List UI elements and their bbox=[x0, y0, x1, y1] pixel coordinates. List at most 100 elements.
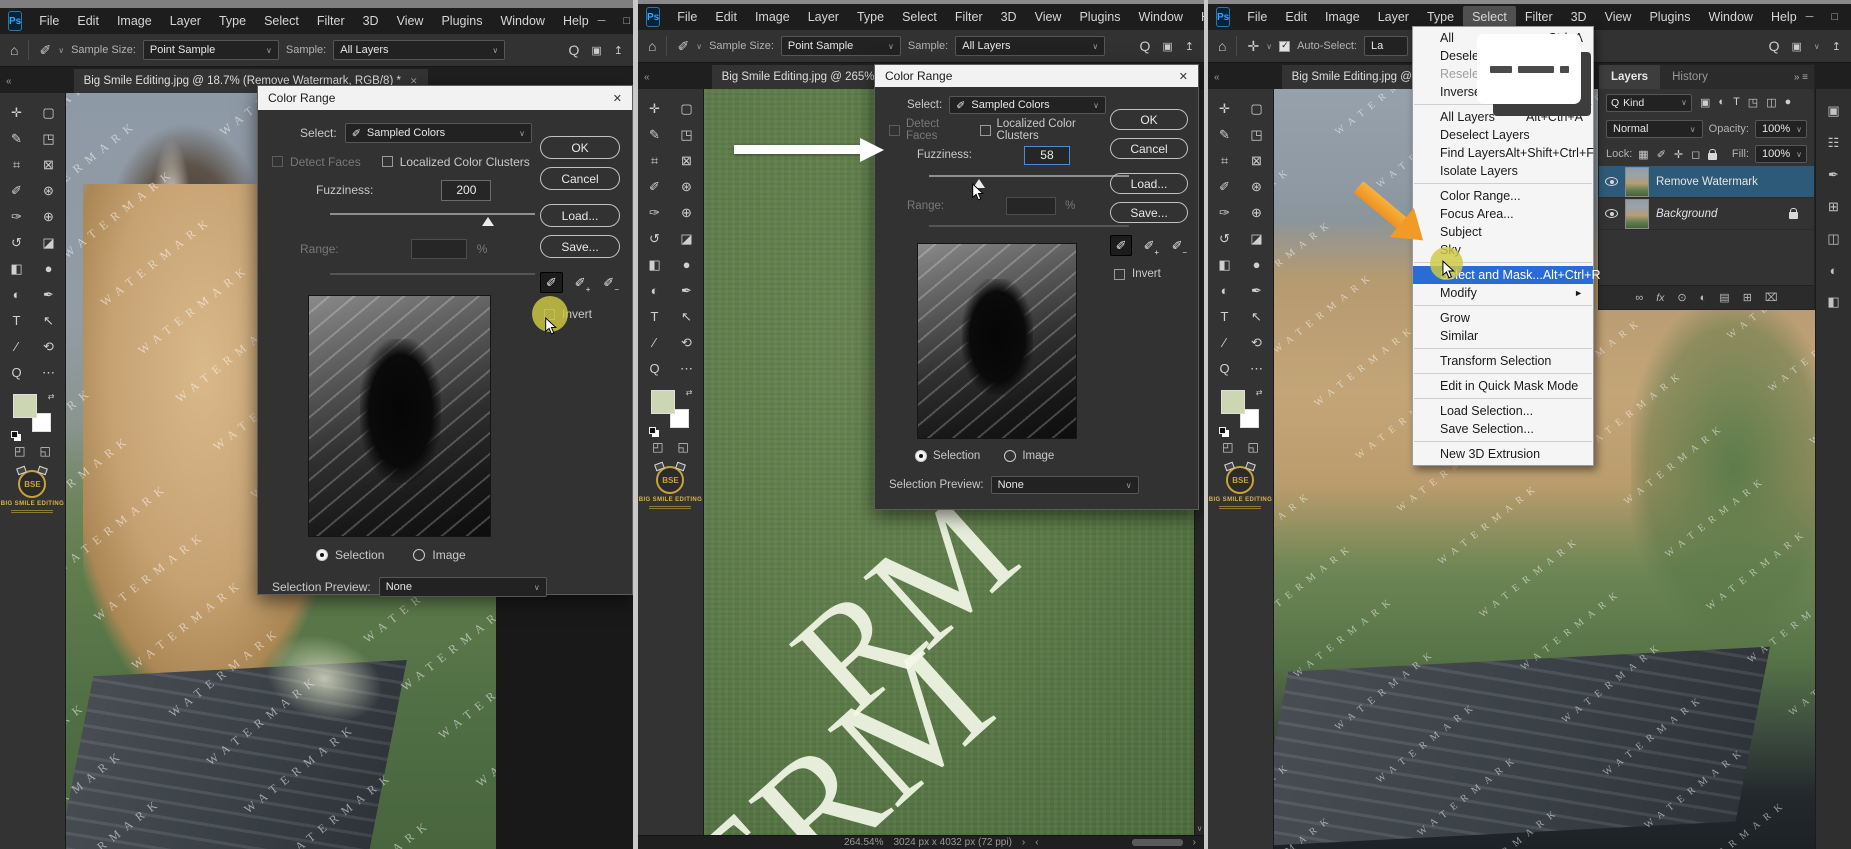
fuzziness-field[interactable]: 58 bbox=[1023, 145, 1070, 165]
eraser-tool-icon[interactable]: ◪ bbox=[675, 227, 699, 250]
save-button[interactable]: Save... bbox=[540, 235, 620, 258]
healing-brush-tool-icon[interactable]: ⊛ bbox=[675, 175, 699, 198]
healing-brush-tool-icon[interactable]: ⊛ bbox=[37, 179, 61, 202]
object-selection-tool-icon[interactable]: ◳ bbox=[37, 127, 61, 150]
search-icon[interactable]: Q bbox=[568, 42, 579, 58]
color-swatches[interactable]: ⇄ bbox=[648, 388, 693, 434]
zoom-level[interactable]: 264.54% bbox=[844, 837, 883, 848]
menu-layer[interactable]: Layer bbox=[1369, 6, 1418, 28]
blend-mode-select[interactable]: Normal ∨ bbox=[1606, 120, 1703, 138]
sample-eyedropper-icon[interactable]: ✐ bbox=[540, 272, 563, 293]
layer-thumbnail[interactable] bbox=[1625, 198, 1649, 229]
scrollbar-thumb[interactable] bbox=[1131, 839, 1183, 846]
blur-tool-icon[interactable]: ● bbox=[37, 257, 61, 280]
minimize-button[interactable]: ─ bbox=[1806, 11, 1814, 23]
menu-item-save-selection[interactable]: Save Selection... bbox=[1413, 420, 1593, 438]
type-tool-icon[interactable]: T bbox=[1213, 305, 1237, 328]
layer-effects-icon[interactable]: fx bbox=[1656, 292, 1664, 304]
menu-plugins[interactable]: Plugins bbox=[1640, 6, 1699, 28]
menu-help[interactable]: Help bbox=[1192, 6, 1204, 28]
dialog-close-icon[interactable]: ✕ bbox=[613, 92, 622, 105]
tab-history[interactable]: History bbox=[1660, 65, 1720, 89]
eraser-tool-icon[interactable]: ◪ bbox=[37, 231, 61, 254]
lock-position-icon[interactable]: ✛ bbox=[1674, 148, 1683, 161]
image-radio[interactable] bbox=[1004, 450, 1017, 462]
auto-select-checkbox[interactable] bbox=[1279, 40, 1291, 52]
horizontal-scrollbar[interactable] bbox=[1049, 839, 1183, 847]
crop-tool-icon[interactable]: ⌗ bbox=[1213, 149, 1237, 172]
grid-panel-icon[interactable]: ⊞ bbox=[1828, 199, 1839, 215]
zoom-tool-icon[interactable]: Q bbox=[5, 361, 29, 384]
zoom-tool-icon[interactable]: Q bbox=[643, 357, 667, 380]
menu-plugins[interactable]: Plugins bbox=[432, 10, 491, 32]
subtract-sample-eyedropper-icon[interactable]: ✐ − bbox=[1166, 235, 1188, 258]
search-icon[interactable]: Q bbox=[1139, 38, 1150, 54]
menu-3d[interactable]: 3D bbox=[992, 6, 1026, 28]
collapse-panels-icon[interactable]: « bbox=[0, 76, 20, 93]
maximize-button[interactable]: □ bbox=[1831, 11, 1838, 23]
select-dropdown[interactable]: ✐ Sampled Colors ∨ bbox=[344, 123, 532, 143]
menu-item-color-range[interactable]: Color Range... bbox=[1413, 187, 1593, 205]
menu-select[interactable]: Select bbox=[1463, 6, 1516, 28]
filter-type-layers-icon[interactable]: T bbox=[1733, 96, 1740, 109]
frame-tool-icon[interactable]: ⊠ bbox=[675, 149, 699, 172]
menu-filter[interactable]: Filter bbox=[1516, 6, 1562, 28]
pen-tool-icon[interactable]: ✒ bbox=[1245, 279, 1269, 302]
menu-help[interactable]: Help bbox=[554, 10, 598, 32]
menu-window[interactable]: Window bbox=[1699, 6, 1761, 28]
lock-paint-icon[interactable]: ✐ bbox=[1657, 148, 1666, 161]
selection-radio[interactable] bbox=[316, 548, 328, 561]
blur-tool-icon[interactable]: ● bbox=[1245, 253, 1269, 276]
foreground-color-swatch[interactable] bbox=[650, 390, 675, 414]
ok-button[interactable]: OK bbox=[540, 136, 620, 159]
menu-window[interactable]: Window bbox=[1129, 6, 1191, 28]
color-swatches[interactable]: ⇄ bbox=[1218, 388, 1263, 434]
auto-select-target-select[interactable]: La bbox=[1363, 36, 1408, 56]
layers-panel-icon[interactable]: ▣ bbox=[1827, 103, 1839, 119]
filter-shape-layers-icon[interactable]: ◳ bbox=[1748, 96, 1758, 109]
menu-view[interactable]: View bbox=[1596, 6, 1641, 28]
localized-clusters-checkbox[interactable] bbox=[381, 156, 393, 167]
gradient-tool-icon[interactable]: ◧ bbox=[1213, 253, 1237, 276]
menu-layer[interactable]: Layer bbox=[161, 10, 210, 32]
menu-file[interactable]: File bbox=[668, 6, 706, 28]
dialog-title-bar[interactable]: Color Range ✕ bbox=[875, 65, 1198, 87]
status-nav-left-icon[interactable]: ‹ bbox=[1035, 837, 1038, 848]
menu-edit[interactable]: Edit bbox=[68, 10, 108, 32]
lasso-tool-icon[interactable]: ✎ bbox=[643, 123, 667, 146]
brush-tool-icon[interactable]: ✑ bbox=[1213, 201, 1237, 224]
screen-mode-icon[interactable]: ◱ bbox=[678, 440, 689, 454]
swap-colors-icon[interactable]: ⇄ bbox=[48, 392, 55, 401]
ok-button[interactable]: OK bbox=[1110, 109, 1188, 130]
paths-panel-icon[interactable]: ✒ bbox=[1828, 167, 1839, 183]
fill-select[interactable]: 100% ∨ bbox=[1755, 145, 1807, 163]
gradient-tool-icon[interactable]: ◧ bbox=[643, 253, 667, 276]
history-brush-tool-icon[interactable]: ↺ bbox=[5, 231, 29, 254]
eyedropper-tool-icon[interactable]: ✐ bbox=[677, 38, 689, 55]
menu-item-edit-in-quick-mask-mode[interactable]: Edit in Quick Mask Mode bbox=[1413, 377, 1593, 395]
filter-pixel-layers-icon[interactable]: ▣ bbox=[1700, 96, 1710, 109]
menu-image[interactable]: Image bbox=[746, 6, 799, 28]
lock-artboard-icon[interactable]: ◻ bbox=[1691, 148, 1700, 161]
sample-select[interactable]: All Layers ∨ bbox=[955, 36, 1106, 56]
eyedropper-tool-icon[interactable]: ✐ bbox=[5, 179, 29, 202]
crop-tool-icon[interactable]: ⌗ bbox=[643, 149, 667, 172]
eyedropper-tool-icon[interactable]: ✐ bbox=[1213, 175, 1237, 198]
color-swatches[interactable]: ⇄ bbox=[10, 392, 55, 438]
swap-colors-icon[interactable]: ⇄ bbox=[1256, 388, 1263, 397]
adjustment-layer-icon[interactable]: ◐ bbox=[1700, 292, 1707, 304]
brush-tool-icon[interactable]: ✑ bbox=[5, 205, 29, 228]
layer-row[interactable]: Remove Watermark bbox=[1599, 166, 1814, 198]
filter-adjustment-layers-icon[interactable]: ◐ bbox=[1718, 96, 1725, 109]
cancel-button[interactable]: Cancel bbox=[540, 167, 620, 190]
share-icon[interactable]: ↥ bbox=[1185, 40, 1194, 53]
lock-transparency-icon[interactable]: ▦ bbox=[1638, 148, 1648, 161]
fuzziness-slider[interactable] bbox=[330, 213, 535, 227]
marquee-tool-icon[interactable]: ▢ bbox=[675, 97, 699, 120]
line-tool-icon[interactable]: ∕ bbox=[643, 331, 667, 354]
add-sample-eyedropper-icon[interactable]: ✐ + bbox=[569, 272, 592, 295]
menu-type[interactable]: Type bbox=[1418, 6, 1463, 28]
detect-faces-checkbox[interactable] bbox=[889, 124, 900, 136]
menu-select[interactable]: Select bbox=[893, 6, 946, 28]
menu-layer[interactable]: Layer bbox=[799, 6, 848, 28]
